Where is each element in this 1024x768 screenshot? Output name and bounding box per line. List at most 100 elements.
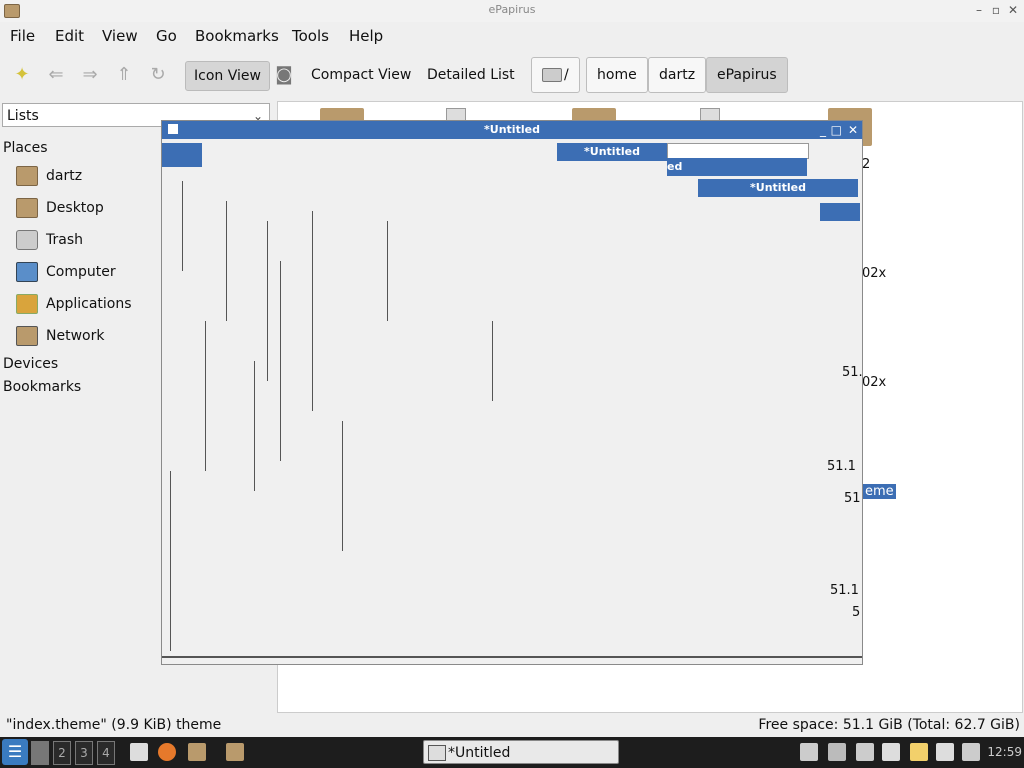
view-mode-icon[interactable]: ◙: [272, 63, 296, 87]
sidebar-item-label: dartz: [46, 168, 83, 184]
glitch-text-fragment: 51.1: [830, 583, 859, 598]
editor-icon: [428, 745, 446, 761]
glitch-line: [342, 421, 343, 551]
glitch-line: [492, 321, 493, 401]
keyboard-icon[interactable]: [800, 743, 818, 761]
sidebar-item-label: Computer: [46, 264, 116, 280]
selected-file-label[interactable]: eme: [863, 484, 896, 499]
glitch-line: [182, 181, 183, 271]
places-header[interactable]: Places: [3, 140, 48, 156]
path-home-button[interactable]: home: [586, 57, 648, 93]
sidebar-item-trash[interactable]: Trash: [16, 227, 83, 253]
back-icon[interactable]: ⇐: [44, 63, 68, 87]
up-icon[interactable]: ⇑: [112, 63, 136, 87]
icon-view-button[interactable]: Icon View: [185, 61, 270, 91]
reload-icon[interactable]: ↻: [146, 63, 170, 87]
workspace-2[interactable]: 2: [53, 741, 71, 765]
home-folder-icon: [16, 166, 38, 186]
glitch-line: [254, 361, 255, 491]
workspace-3[interactable]: 3: [75, 741, 93, 765]
status-bar: "index.theme" (9.9 KiB) theme Free space…: [0, 714, 1024, 736]
drive-icon: [542, 68, 562, 82]
path-root-label: /: [564, 67, 569, 83]
glitch-line: [162, 656, 862, 658]
workspace-1[interactable]: [31, 741, 49, 765]
network-tray-icon[interactable]: [856, 743, 874, 761]
applications-icon: [16, 294, 38, 314]
path-epapirus-button[interactable]: ePapirus: [706, 57, 788, 93]
task-untitled[interactable]: *Untitled: [423, 740, 619, 764]
lists-dropdown-value: Lists: [7, 108, 39, 124]
bookmarks-header[interactable]: Bookmarks: [3, 379, 81, 395]
menu-go[interactable]: Go: [156, 27, 177, 45]
sidebar-item-label: Applications: [46, 296, 132, 312]
close-button[interactable]: ✕: [848, 121, 858, 139]
status-free-space: Free space: 51.1 GiB (Total: 62.7 GiB): [758, 717, 1020, 733]
folder-icon[interactable]: [226, 743, 244, 761]
workspace-4[interactable]: 4: [97, 741, 115, 765]
status-selection-info: "index.theme" (9.9 KiB) theme: [6, 717, 222, 733]
glitch-line: [387, 221, 388, 321]
toolbar: ✦ ⇐ ⇒ ⇑ ↻ Icon View ◙ Compact View Detai…: [0, 52, 1024, 98]
file-manager-icon[interactable]: [188, 743, 206, 761]
minimize-button[interactable]: –: [976, 3, 982, 17]
glitch-line: [205, 321, 206, 471]
trash-icon: [16, 230, 38, 250]
detailed-list-button[interactable]: Detailed List: [419, 61, 523, 89]
battery-icon[interactable]: [936, 743, 954, 761]
forward-icon[interactable]: ⇒: [78, 63, 102, 87]
maximize-button[interactable]: □: [831, 121, 842, 139]
sidebar-item-applications[interactable]: Applications: [16, 291, 132, 317]
volume-icon[interactable]: [828, 743, 846, 761]
glitch-text-fragment: 5: [852, 605, 861, 620]
glitch-title-fragment: ed: [667, 158, 807, 176]
glitch-text-fragment: 51.1: [827, 459, 856, 474]
close-button[interactable]: ✕: [1008, 3, 1018, 17]
compact-view-button[interactable]: Compact View: [303, 61, 419, 89]
untitled-window-title: *Untitled: [557, 143, 667, 161]
devices-header[interactable]: Devices: [3, 356, 58, 372]
path-dartz-button[interactable]: dartz: [648, 57, 707, 93]
title-bar: ePapirus – ▫ ✕: [0, 0, 1024, 23]
maximize-button[interactable]: ▫: [992, 3, 1000, 17]
glitch-text-fragment: 51: [844, 491, 861, 506]
desktop-folder-icon: [16, 198, 38, 218]
minimize-button[interactable]: _: [820, 121, 826, 139]
path-root-button[interactable]: /: [531, 57, 580, 93]
menu-bar: File Edit View Go Bookmarks Tools Help: [0, 22, 1024, 50]
start-menu-button[interactable]: ☰: [2, 739, 28, 765]
computer-icon: [16, 262, 38, 282]
menu-view[interactable]: View: [102, 27, 138, 45]
sidebar-item-dartz[interactable]: dartz: [16, 163, 82, 189]
untitled-window-title: *Untitled: [698, 179, 858, 197]
file-label-fragment: 02x: [862, 266, 887, 281]
firefox-icon[interactable]: [158, 743, 176, 761]
new-window-icon[interactable]: ✦: [10, 63, 34, 87]
sidebar-item-label: Trash: [46, 232, 83, 248]
network-icon: [16, 326, 38, 346]
menu-tools[interactable]: Tools: [292, 27, 329, 45]
power-icon[interactable]: [962, 743, 980, 761]
task-label: *Untitled: [448, 745, 511, 761]
glitch-line: [170, 471, 171, 651]
sidebar-item-label: Desktop: [46, 200, 104, 216]
menu-bookmarks[interactable]: Bookmarks: [195, 27, 279, 45]
sidebar-item-network[interactable]: Network: [16, 323, 104, 349]
search-icon[interactable]: [882, 743, 900, 761]
untitled-window[interactable]: *Untitled _ □ ✕ *Untitled ed *Untitled 5…: [161, 120, 863, 665]
window-menu-icon[interactable]: [168, 124, 178, 134]
title-input-artifact: [667, 143, 809, 159]
glitch-line: [267, 221, 268, 381]
menu-help[interactable]: Help: [349, 27, 383, 45]
window-title: ePapirus: [488, 3, 536, 16]
glitch-line: [280, 261, 281, 461]
notes-icon[interactable]: [910, 743, 928, 761]
taskbar: ☰ 2 3 4 *Untitled 12:59: [0, 737, 1024, 768]
sidebar-item-desktop[interactable]: Desktop: [16, 195, 104, 221]
sidebar-item-computer[interactable]: Computer: [16, 259, 116, 285]
menu-edit[interactable]: Edit: [55, 27, 84, 45]
glitch-line: [226, 201, 227, 321]
terminal-icon[interactable]: [130, 743, 148, 761]
glitch-line: [312, 211, 313, 411]
menu-file[interactable]: File: [10, 27, 35, 45]
